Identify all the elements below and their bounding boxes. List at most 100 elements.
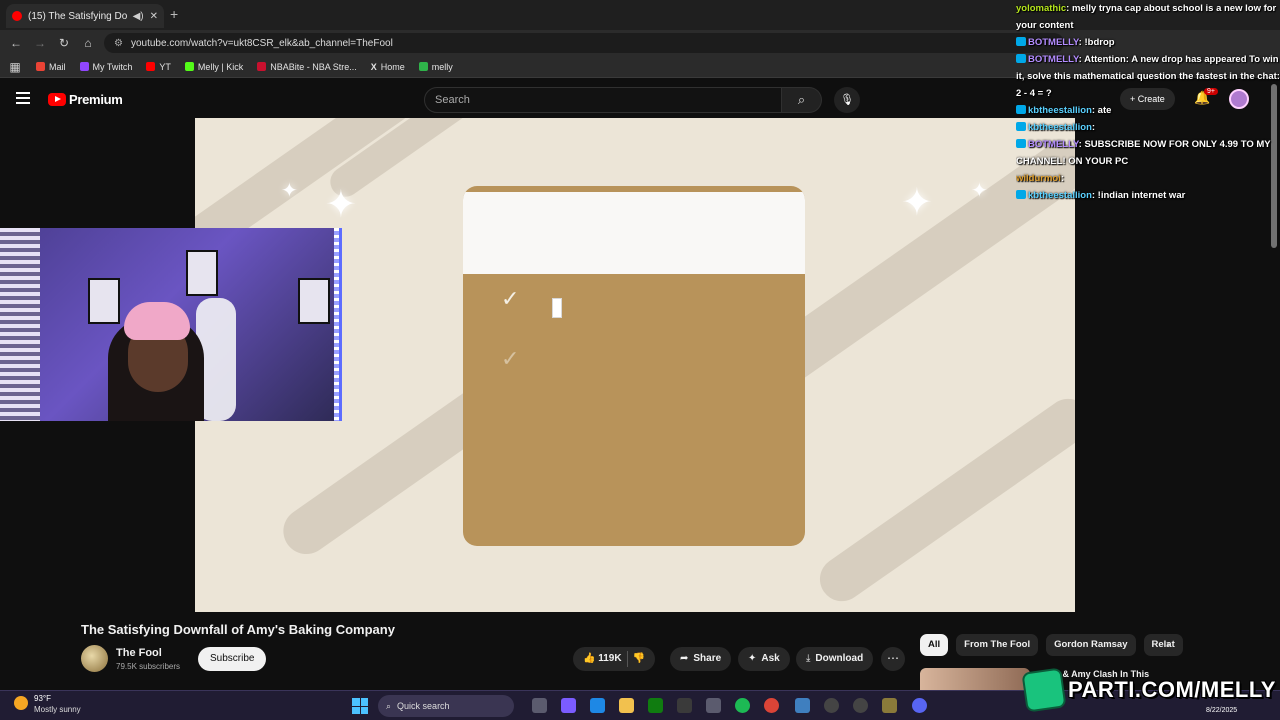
- download-icon: ⤓: [806, 653, 811, 664]
- app-icon[interactable]: [882, 698, 897, 713]
- taskbar-search[interactable]: ⌕ Quick search: [378, 695, 514, 717]
- chevron-right-icon[interactable]: ›: [1166, 637, 1170, 651]
- sparkle-icon: ✦: [325, 184, 357, 226]
- photos-icon[interactable]: [795, 698, 810, 713]
- edge-icon[interactable]: [590, 698, 605, 713]
- chat-username: yolomathic: [1016, 3, 1067, 14]
- download-label: Download: [815, 653, 864, 664]
- file-explorer-icon[interactable]: [619, 698, 634, 713]
- twitch-icon: [79, 62, 89, 71]
- promo-text: PARTI.COM/MELLY: [1068, 677, 1276, 702]
- bookmark-label: Melly | Kick: [197, 61, 244, 72]
- voice-search-button[interactable]: 🎙: [834, 87, 860, 113]
- platform-badge-icon: [1016, 190, 1026, 199]
- led-lights: [334, 228, 339, 421]
- bookmark-nbabite[interactable]: NBABite - NBA Stre...: [257, 62, 357, 72]
- ask-label: Ask: [761, 653, 780, 664]
- chip-from-the-fool[interactable]: From The Fool: [956, 634, 1039, 656]
- forward-icon[interactable]: →: [28, 36, 52, 50]
- related-video-thumbnail[interactable]: [920, 668, 1030, 690]
- chip-related[interactable]: Relat: [1143, 634, 1183, 656]
- reload-icon[interactable]: ↻: [52, 36, 76, 50]
- apps-grid-icon[interactable]: ▦: [8, 60, 22, 74]
- channel-avatar[interactable]: [81, 645, 108, 672]
- discord-icon[interactable]: [912, 698, 927, 713]
- sparkle-ask-icon: ✦: [748, 653, 757, 664]
- browser-tab[interactable]: (15) The Satisfying Downfall ◀) ✕: [6, 4, 164, 28]
- menu-icon[interactable]: [16, 92, 30, 104]
- bookmark-label: YT: [159, 61, 171, 72]
- back-icon[interactable]: ←: [4, 36, 28, 50]
- bookmark-yt[interactable]: YT: [146, 62, 171, 72]
- platform-badge-icon: [1016, 37, 1026, 46]
- more-actions-icon[interactable]: ⋯: [881, 647, 905, 671]
- wall-poster: [298, 278, 330, 324]
- pink-bonnet: [124, 302, 190, 340]
- steam-icon[interactable]: [677, 698, 692, 713]
- copilot-icon[interactable]: [561, 698, 576, 713]
- speaker-icon[interactable]: ◀): [133, 11, 144, 22]
- app-icon[interactable]: [853, 698, 868, 713]
- close-tab-icon[interactable]: ✕: [150, 11, 158, 22]
- taskbar-search-label: Quick search: [397, 701, 450, 711]
- like-dislike-group: 👍 119K 👎: [573, 647, 656, 671]
- search-input[interactable]: Search: [424, 87, 782, 113]
- like-button[interactable]: 👍 119K: [583, 647, 622, 671]
- bookmark-melly-kick[interactable]: Melly | Kick: [184, 61, 244, 72]
- spotify-icon[interactable]: [735, 698, 750, 713]
- divider: [626, 651, 628, 667]
- bookmark-melly[interactable]: melly: [418, 62, 453, 72]
- text-cursor: [552, 298, 562, 318]
- ask-button[interactable]: ✦ Ask: [738, 647, 790, 671]
- subscribe-button[interactable]: Subscribe: [198, 647, 267, 671]
- windows-start-icon[interactable]: [352, 698, 368, 714]
- url-text: youtube.com/watch?v=ukt8CSR_elk&ab_chann…: [130, 37, 393, 49]
- share-icon: ➦: [680, 653, 689, 664]
- checkmark-icon: ✓: [501, 286, 520, 311]
- streamer-webcam: [0, 228, 342, 421]
- subscriber-count: 79.5K subscribers: [116, 662, 181, 671]
- platform-badge-icon: [1016, 122, 1026, 131]
- chip-all[interactable]: All: [920, 634, 949, 656]
- share-button[interactable]: ➦ Share: [670, 647, 732, 671]
- youtube-logo[interactable]: Premium: [48, 92, 123, 107]
- chat-username: BOTMELLY: [1028, 54, 1079, 65]
- chat-username: BOTMELLY: [1028, 139, 1079, 150]
- chat-username: kbtheestallion: [1028, 105, 1092, 116]
- site-info-icon[interactable]: ⚙: [114, 38, 123, 49]
- video-title: The Satisfying Downfall of Amy's Baking …: [81, 622, 395, 637]
- search-button[interactable]: ⌕: [782, 87, 822, 113]
- weather-condition[interactable]: Mostly sunny: [34, 705, 81, 714]
- media-player-icon[interactable]: [824, 698, 839, 713]
- chip-gordon-ramsay[interactable]: Gordon Ramsay: [1046, 634, 1136, 656]
- channel-name[interactable]: The Fool: [116, 647, 162, 659]
- wall-poster: [88, 278, 120, 324]
- parti-promo-overlay: PARTI.COM/MELLY: [1021, 667, 1278, 713]
- search-icon: ⌕: [797, 92, 806, 107]
- parti-logo-icon: [1021, 667, 1067, 713]
- download-button[interactable]: ⤓ Download: [796, 647, 874, 671]
- address-bar[interactable]: ⚙ youtube.com/watch?v=ukt8CSR_elk&ab_cha…: [104, 33, 1064, 53]
- xbox-icon[interactable]: [648, 698, 663, 713]
- chat-text: : !indian internet war: [1091, 190, 1186, 201]
- weather-sun-icon[interactable]: [14, 696, 28, 710]
- kick-icon: [184, 62, 194, 71]
- new-tab-button[interactable]: +: [170, 6, 178, 22]
- chrome-icon[interactable]: [764, 698, 779, 713]
- home-icon[interactable]: ⌂: [76, 36, 100, 50]
- youtube-play-icon: [48, 93, 66, 106]
- x-icon: X: [370, 61, 377, 72]
- chat-message: wildurmoi:: [1016, 170, 1280, 187]
- bookmark-my-twitch[interactable]: My Twitch: [79, 62, 132, 72]
- tab-title: (15) The Satisfying Downfall: [28, 10, 127, 22]
- stream-chat-overlay: yolomathic: melly tryna cap about school…: [1016, 0, 1280, 201]
- bookmark-label: NBABite - NBA Stre...: [270, 61, 357, 72]
- bookmark-mail[interactable]: Mail: [36, 62, 66, 72]
- dislike-button[interactable]: 👎: [633, 647, 645, 671]
- chat-text: :: [1091, 122, 1096, 133]
- task-view-icon[interactable]: [532, 698, 547, 713]
- chat-message: kbtheestallion: ate: [1016, 102, 1280, 119]
- bookmark-home[interactable]: X Home: [371, 62, 405, 72]
- store-icon[interactable]: [706, 698, 721, 713]
- weather-temperature[interactable]: 93°F: [34, 694, 51, 703]
